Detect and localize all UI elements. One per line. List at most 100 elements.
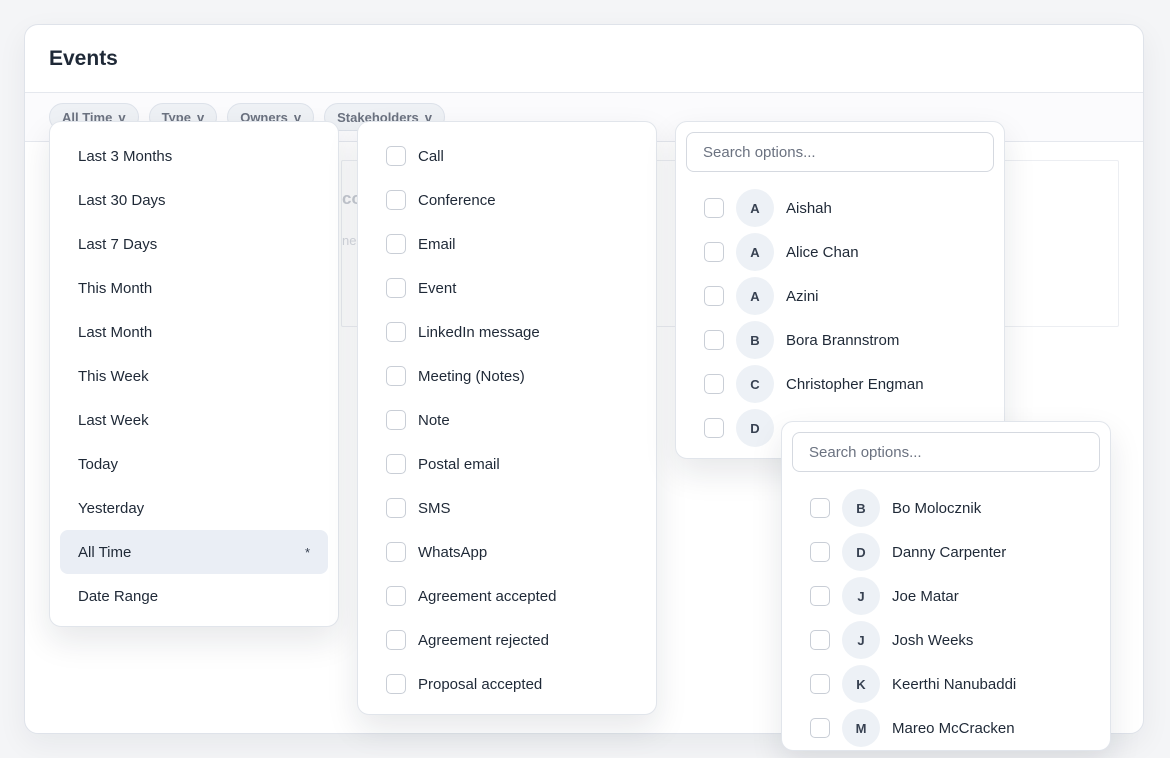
time-option-label: Last Week [78, 411, 149, 429]
checkbox[interactable] [704, 330, 724, 350]
time-option-last-30-days[interactable]: Last 30 Days [60, 178, 328, 222]
checkbox[interactable] [386, 366, 406, 386]
stakeholder-name: Mareo McCracken [892, 719, 1015, 737]
checkbox[interactable] [386, 278, 406, 298]
type-option[interactable]: SMS [358, 486, 656, 530]
stakeholder-name: Joe Matar [892, 587, 959, 605]
type-option[interactable]: Agreement rejected [358, 618, 656, 662]
checkbox[interactable] [704, 374, 724, 394]
checkbox[interactable] [810, 498, 830, 518]
time-option-label: This Month [78, 279, 153, 297]
avatar: D [736, 409, 774, 447]
owner-name: Azini [786, 287, 819, 305]
time-option-label: Last 3 Months [78, 147, 173, 165]
avatar: A [736, 189, 774, 227]
checkbox[interactable] [386, 146, 406, 166]
avatar: B [736, 321, 774, 359]
time-option-last-month[interactable]: Last Month [60, 310, 328, 354]
checkbox[interactable] [386, 674, 406, 694]
stakeholder-option[interactable]: B Bo Molocznik [792, 486, 1100, 530]
type-option-label: Note [418, 411, 450, 429]
owner-option[interactable]: A Azini [686, 274, 994, 318]
checkbox[interactable] [704, 198, 724, 218]
checkbox[interactable] [810, 542, 830, 562]
checkbox[interactable] [704, 286, 724, 306]
checkbox[interactable] [704, 418, 724, 438]
time-option-last-7-days[interactable]: Last 7 Days [60, 222, 328, 266]
time-option-date-range[interactable]: Date Range [60, 574, 328, 618]
checkbox[interactable] [386, 190, 406, 210]
type-option-label: LinkedIn message [418, 323, 540, 341]
checkbox[interactable] [386, 322, 406, 342]
type-option[interactable]: Agreement accepted [358, 574, 656, 618]
stakeholder-name: Keerthi Nanubaddi [892, 675, 1017, 693]
time-option-label: All Time [78, 543, 132, 561]
time-range-dropdown: Last 3 Months Last 30 Days Last 7 Days T… [49, 121, 339, 627]
stakeholders-dropdown: B Bo Molocznik D Danny Carpenter J Joe Mata… [781, 421, 1111, 751]
avatar: B [842, 489, 880, 527]
type-option[interactable]: Email [358, 222, 656, 266]
type-option-label: Email [418, 235, 456, 253]
time-option-all-time[interactable]: All Time * [60, 530, 328, 574]
owners-search-input[interactable] [686, 132, 994, 172]
owner-option[interactable]: A Alice Chan [686, 230, 994, 274]
stakeholders-list: B Bo Molocznik D Danny Carpenter J Joe Mata… [792, 486, 1100, 750]
checkbox[interactable] [386, 454, 406, 474]
stakeholder-option[interactable]: J Joe Matar [792, 574, 1100, 618]
time-option-last-3-months[interactable]: Last 3 Months [60, 134, 328, 178]
time-option-today[interactable]: Today [60, 442, 328, 486]
stakeholder-option[interactable]: M Mareo McCracken [792, 706, 1100, 750]
checkbox[interactable] [386, 498, 406, 518]
checkbox[interactable] [810, 718, 830, 738]
checkbox[interactable] [386, 410, 406, 430]
time-option-last-week[interactable]: Last Week [60, 398, 328, 442]
type-option[interactable]: Conference [358, 178, 656, 222]
type-option[interactable]: LinkedIn message [358, 310, 656, 354]
checkbox[interactable] [386, 586, 406, 606]
avatar: J [842, 621, 880, 659]
type-option-label: Agreement rejected [418, 631, 549, 649]
time-option-this-month[interactable]: This Month [60, 266, 328, 310]
avatar: J [842, 577, 880, 615]
time-option-yesterday[interactable]: Yesterday [60, 486, 328, 530]
owner-name: Bora Brannstrom [786, 331, 900, 349]
type-option[interactable]: Call [358, 134, 656, 178]
type-option-label: Proposal accepted [418, 675, 543, 693]
type-dropdown: Call Conference Email Event LinkedIn mes… [357, 121, 657, 715]
type-option-label: Call [418, 147, 444, 165]
type-option[interactable]: WhatsApp [358, 530, 656, 574]
type-option[interactable]: Note [358, 398, 656, 442]
type-option-label: Event [418, 279, 457, 297]
stakeholder-option[interactable]: D Danny Carpenter [792, 530, 1100, 574]
owner-option[interactable]: A Aishah [686, 186, 994, 230]
type-option[interactable]: Postal email [358, 442, 656, 486]
checkbox[interactable] [386, 234, 406, 254]
type-option-label: Postal email [418, 455, 500, 473]
type-option[interactable]: Meeting (Notes) [358, 354, 656, 398]
checkbox[interactable] [810, 586, 830, 606]
selected-marker: * [304, 544, 310, 560]
type-option[interactable]: Proposal accepted [358, 662, 656, 706]
checkbox[interactable] [810, 674, 830, 694]
type-option[interactable]: Event [358, 266, 656, 310]
stakeholders-search-input[interactable] [792, 432, 1100, 472]
page-title: Events [49, 46, 118, 70]
owner-option[interactable]: C Christopher Engman [686, 362, 994, 406]
avatar: M [842, 709, 880, 747]
type-option-label: WhatsApp [418, 543, 488, 561]
owners-dropdown: A Aishah A Alice Chan A Azini B Bora Brannst… [675, 121, 1005, 459]
avatar: A [736, 277, 774, 315]
owner-name: Aishah [786, 199, 832, 217]
checkbox[interactable] [386, 630, 406, 650]
checkbox[interactable] [704, 242, 724, 262]
type-option-label: Meeting (Notes) [418, 367, 525, 385]
time-option-this-week[interactable]: This Week [60, 354, 328, 398]
stakeholder-option[interactable]: J Josh Weeks [792, 618, 1100, 662]
avatar: C [736, 365, 774, 403]
owner-name: Christopher Engman [786, 375, 924, 393]
owner-option[interactable]: B Bora Brannstrom [686, 318, 994, 362]
checkbox[interactable] [810, 630, 830, 650]
stakeholder-option[interactable]: K Keerthi Nanubaddi [792, 662, 1100, 706]
checkbox[interactable] [386, 542, 406, 562]
time-option-label: Today [78, 455, 119, 473]
